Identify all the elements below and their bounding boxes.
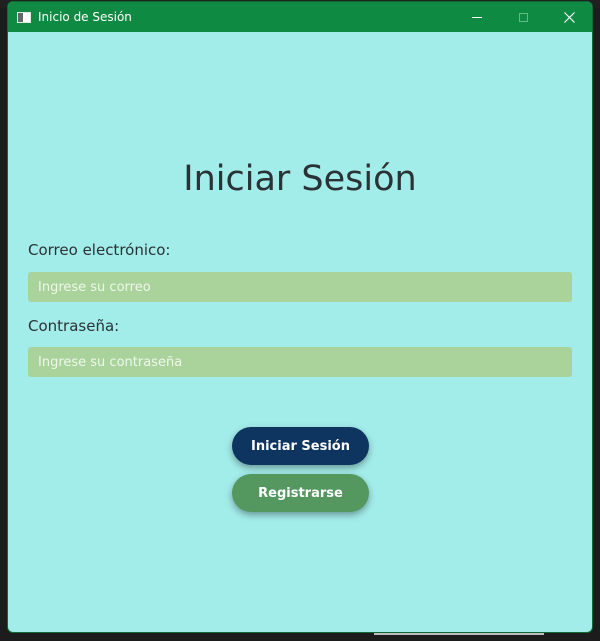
app-window-icon [17,11,31,23]
email-label: Correo electrónico: [28,241,171,259]
maximize-icon [518,12,528,22]
email-field[interactable] [28,272,572,302]
taskbar-indicator [374,633,544,635]
close-button[interactable] [546,2,592,32]
minimize-button[interactable] [454,2,500,32]
window-controls [454,2,592,32]
page-title: Iniciar Sesión [183,159,417,199]
login-button[interactable]: Iniciar Sesión [232,427,369,465]
register-button[interactable]: Registrarse [232,474,369,512]
window-title: Inicio de Sesión [38,10,132,24]
password-field[interactable] [28,347,572,377]
title-bar[interactable]: Inicio de Sesión [8,2,592,32]
login-window: Inicio de Sesión Iniciar Sesión Correo e… [7,1,593,633]
maximize-button [500,2,546,32]
minimize-icon [472,16,482,18]
close-icon [563,11,575,23]
password-label: Contraseña: [28,317,120,335]
